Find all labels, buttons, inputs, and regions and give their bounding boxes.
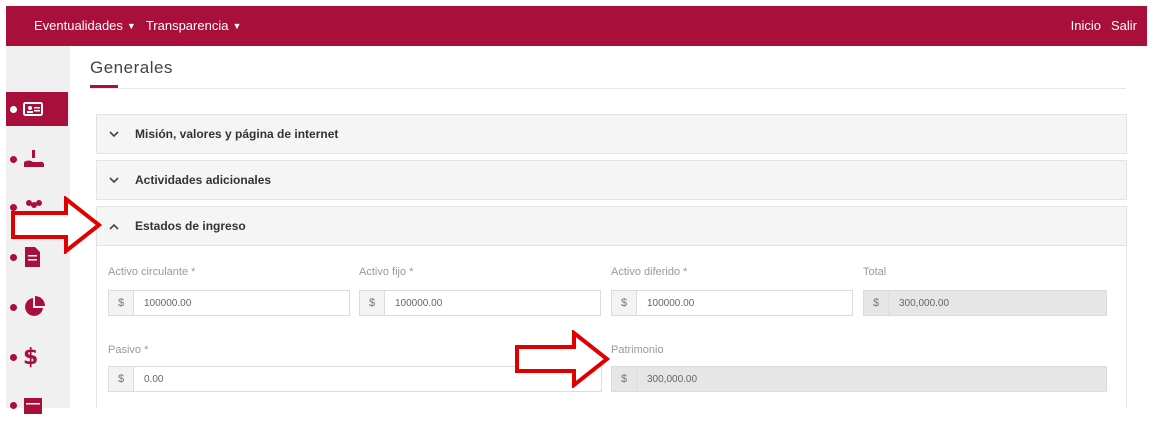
accordion-estados-label: Estados de ingreso bbox=[135, 219, 246, 233]
patrimonio-label: Patrimonio bbox=[611, 344, 664, 356]
total-label: Total bbox=[863, 266, 887, 278]
sidebar-item-pie-chart[interactable] bbox=[6, 290, 70, 324]
top-nav-links: Inicio Salir bbox=[1071, 18, 1137, 33]
accordion-mision[interactable]: Misión, valores y página de internet bbox=[96, 114, 1127, 154]
bullet-dot bbox=[10, 353, 17, 361]
caret-down-icon: ▼ bbox=[126, 20, 136, 31]
activo-circulante-label: Activo circulante * bbox=[108, 266, 196, 278]
annotation-arrow-icon bbox=[11, 196, 102, 254]
bullet-dot bbox=[10, 401, 17, 409]
activo-circulante-field[interactable]: $ 100000.00 bbox=[108, 290, 350, 316]
activo-fijo-value: 100000.00 bbox=[395, 297, 443, 309]
salir-link[interactable]: Salir bbox=[1111, 18, 1137, 33]
chevron-down-icon bbox=[107, 173, 121, 187]
activo-diferido-value: 100000.00 bbox=[647, 297, 695, 309]
inicio-link[interactable]: Inicio bbox=[1071, 18, 1101, 33]
annotation-arrow-icon bbox=[515, 330, 610, 388]
activo-fijo-field[interactable]: $ 100000.00 bbox=[359, 290, 601, 316]
total-value: 300,000.00 bbox=[899, 297, 950, 309]
pasivo-value: 0.00 bbox=[144, 373, 164, 385]
hand-donate-icon bbox=[24, 150, 44, 167]
currency-prefix: $ bbox=[612, 367, 637, 391]
patrimonio-field: $ 300,000.00 bbox=[611, 366, 1107, 392]
chevron-down-icon bbox=[107, 127, 121, 141]
currency-prefix: $ bbox=[612, 291, 637, 315]
top-nav-menu: Eventualidades ▼ Transparencia ▼ bbox=[34, 18, 241, 33]
bullet-dot bbox=[10, 253, 17, 261]
currency-prefix: $ bbox=[109, 367, 134, 391]
id-card-icon bbox=[23, 102, 43, 116]
menu-eventualidades[interactable]: Eventualidades ▼ bbox=[34, 18, 136, 33]
bullet-dot bbox=[10, 105, 17, 113]
activo-fijo-label: Activo fijo * bbox=[359, 266, 414, 278]
sidebar-item-dollar[interactable]: $ bbox=[6, 340, 70, 374]
menu-transparencia-label: Transparencia bbox=[145, 18, 229, 33]
currency-prefix: $ bbox=[864, 291, 889, 315]
activo-diferido-field[interactable]: $ 100000.00 bbox=[611, 290, 853, 316]
top-navbar: Eventualidades ▼ Transparencia ▼ Inicio … bbox=[6, 6, 1147, 46]
chevron-up-icon bbox=[107, 219, 121, 233]
accordion-actividades-label: Actividades adicionales bbox=[135, 173, 272, 187]
title-divider bbox=[90, 88, 1126, 89]
sidebar-item-id-card[interactable] bbox=[6, 92, 68, 126]
currency-prefix: $ bbox=[360, 291, 385, 315]
pie-chart-icon bbox=[25, 296, 45, 316]
sidebar-item-calendar[interactable] bbox=[6, 388, 70, 422]
activo-circulante-value: 100000.00 bbox=[144, 297, 192, 309]
calendar-icon bbox=[24, 398, 42, 414]
bullet-dot bbox=[10, 155, 17, 163]
dollar-icon: $ bbox=[23, 344, 39, 370]
activo-diferido-label: Activo diferido * bbox=[611, 266, 688, 278]
page-title: Generales bbox=[90, 58, 173, 77]
caret-down-icon: ▼ bbox=[232, 20, 242, 31]
total-field: $ 300,000.00 bbox=[863, 290, 1107, 316]
menu-transparencia[interactable]: Transparencia ▼ bbox=[146, 18, 242, 33]
patrimonio-value: 300,000.00 bbox=[647, 373, 698, 385]
bullet-dot bbox=[10, 303, 17, 311]
accordion-estados[interactable]: Estados de ingreso bbox=[96, 206, 1127, 246]
currency-prefix: $ bbox=[109, 291, 134, 315]
accordion-mision-label: Misión, valores y página de internet bbox=[135, 127, 339, 141]
sidebar-item-hand[interactable] bbox=[6, 142, 70, 176]
menu-eventualidades-label: Eventualidades bbox=[34, 18, 123, 33]
accordion-actividades[interactable]: Actividades adicionales bbox=[96, 160, 1127, 200]
pasivo-label: Pasivo * bbox=[108, 344, 149, 356]
